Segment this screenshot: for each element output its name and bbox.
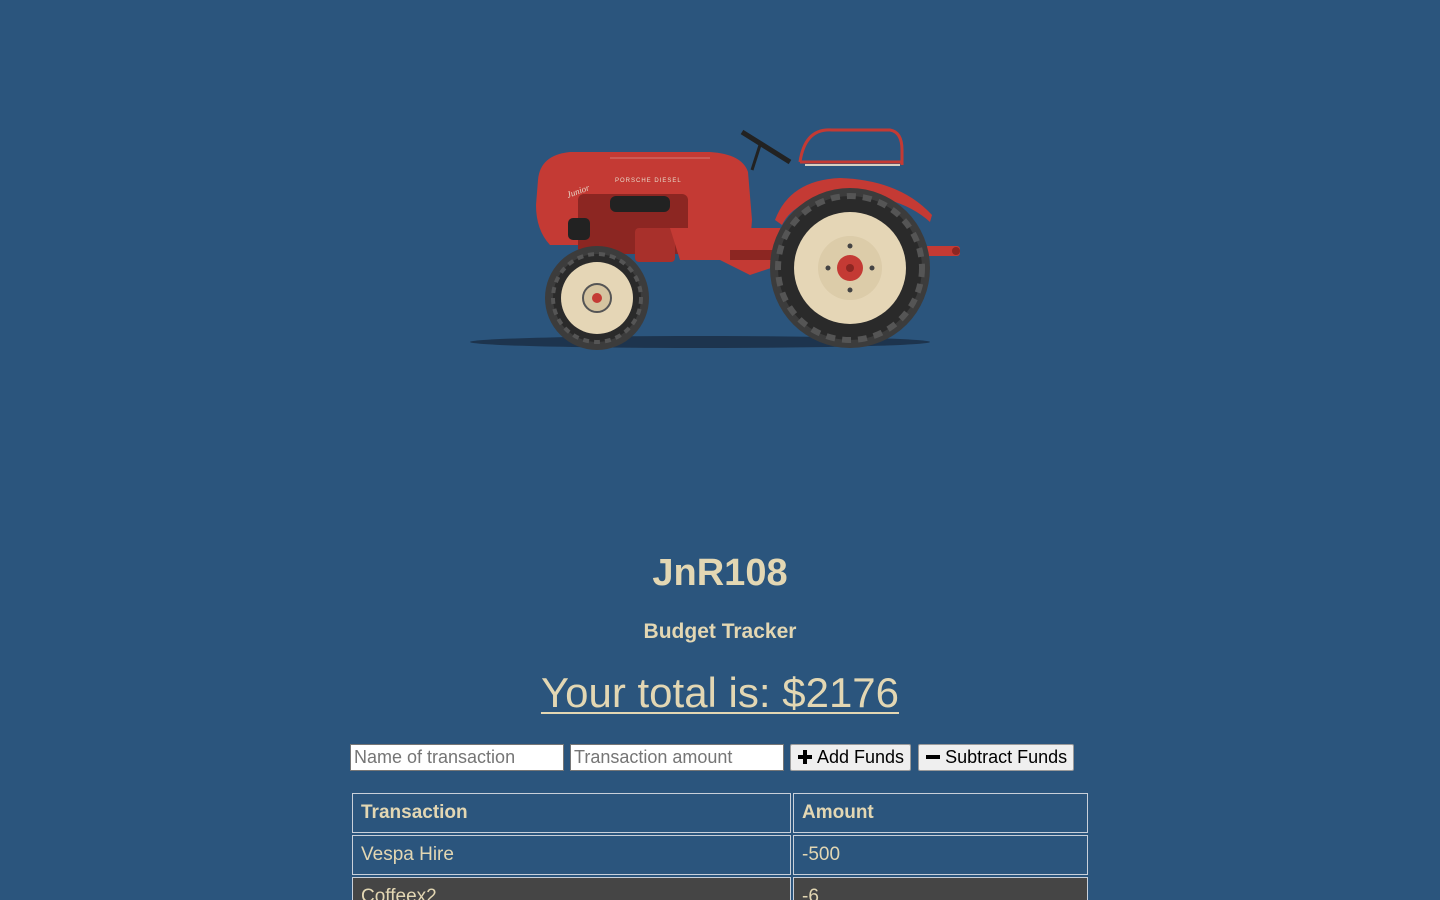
page-title: JnR108 [652, 552, 788, 594]
minus-icon [926, 755, 941, 759]
total-label: Your total is: $2176 [540, 669, 900, 716]
add-funds-button[interactable]: Add Funds [790, 743, 912, 771]
transaction-name-input[interactable] [350, 743, 564, 771]
transactions-table: Transaction Amount Vespa Hire -500 Coffe… [350, 791, 1090, 900]
svg-text:PORSCHE DIESEL: PORSCHE DIESEL [615, 178, 682, 184]
transaction-name-cell: Vespa Hire [352, 835, 791, 875]
subtract-funds-button[interactable]: Subtract Funds [918, 743, 1075, 771]
tractor-illustration: PORSCHE DIESEL Junior [470, 128, 960, 350]
transaction-name-cell: Coffeex2 [352, 877, 791, 900]
add-funds-label: Add Funds [817, 746, 905, 767]
total-display: Your total is: $2176 [0, 667, 1440, 719]
subtract-funds-label: Subtract Funds [945, 746, 1068, 767]
page-subtitle: Budget Tracker [643, 620, 797, 643]
column-header-amount: Amount [793, 793, 1088, 833]
table-row: Vespa Hire -500 [352, 835, 1088, 875]
transaction-form: Add Funds Subtract Funds [350, 743, 1081, 771]
table-header-row: Transaction Amount [352, 793, 1088, 833]
column-header-transaction: Transaction [352, 793, 791, 833]
transaction-amount-cell: -500 [793, 835, 1088, 875]
page: PORSCHE DIESEL Junior JnR108 Budget Trac… [0, 0, 1440, 900]
transaction-amount-cell: -6 [793, 877, 1088, 900]
plus-icon [798, 750, 812, 764]
table-row: Coffeex2 -6 [352, 877, 1088, 900]
transaction-amount-input[interactable] [570, 743, 784, 771]
